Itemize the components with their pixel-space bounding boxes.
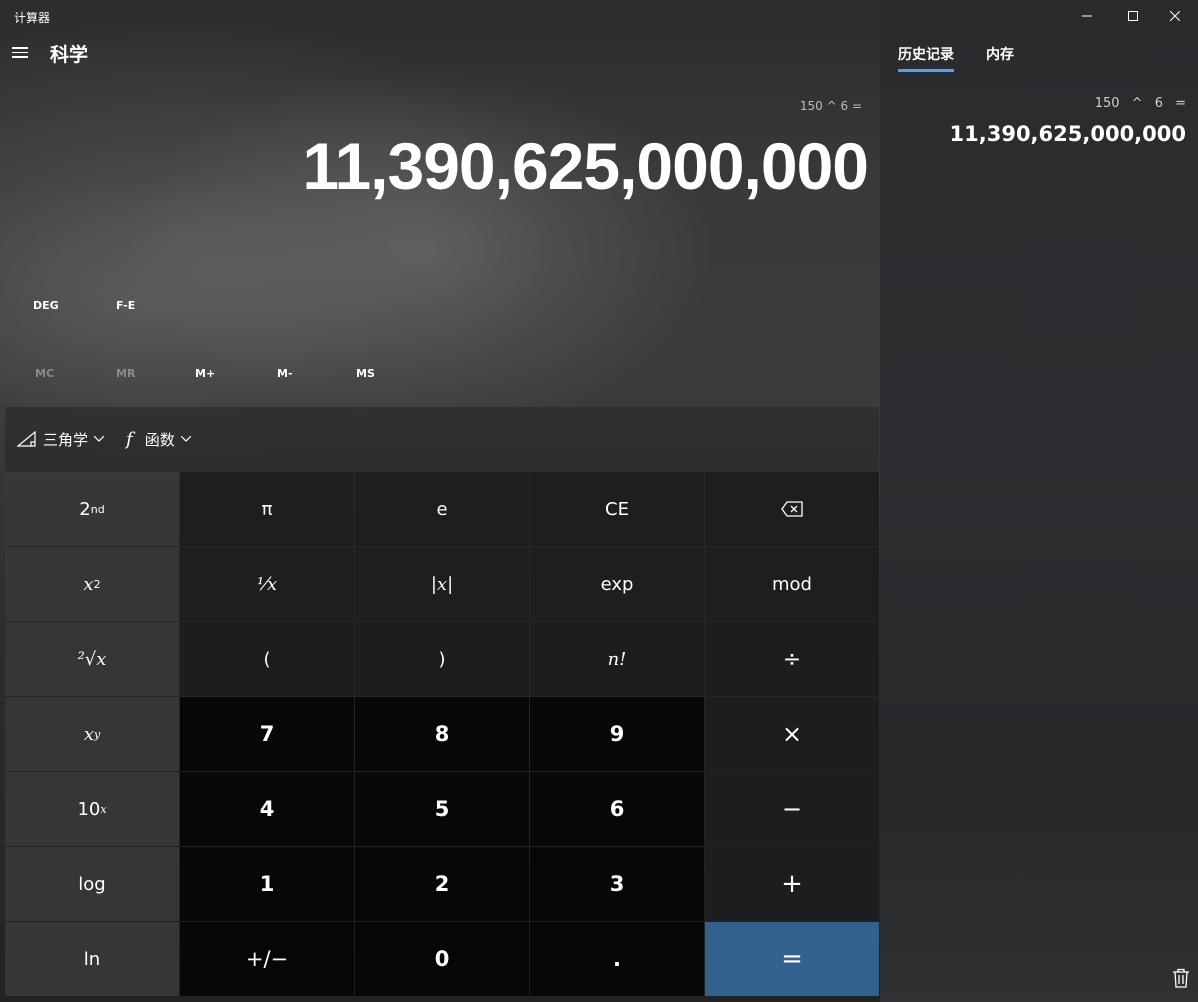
power-button[interactable]: xy	[5, 697, 179, 771]
absolute-value-button[interactable]: |x|	[355, 547, 529, 621]
digit-0-button[interactable]: 0	[355, 922, 529, 996]
function-bar: 三角学 f 函数	[5, 407, 879, 471]
digit-5-button[interactable]: 5	[355, 772, 529, 846]
digit-4-button[interactable]: 4	[180, 772, 354, 846]
expression-display: 150 ^ 6 =	[799, 99, 862, 113]
memory-store-button[interactable]: MS	[356, 367, 375, 380]
equals-button[interactable]: =	[705, 922, 879, 996]
pi-button[interactable]: π	[180, 472, 354, 546]
menu-button[interactable]	[12, 44, 32, 62]
plus-button[interactable]: +	[705, 847, 879, 921]
maximize-button[interactable]	[1110, 0, 1156, 32]
backspace-button[interactable]	[705, 472, 879, 546]
clear-entry-button[interactable]: CE	[530, 472, 704, 546]
digit-9-button[interactable]: 9	[530, 697, 704, 771]
mode-title: 科学	[50, 44, 89, 66]
trigonometry-label: 三角学	[43, 430, 89, 449]
natural-log-button[interactable]: ln	[5, 922, 179, 996]
decimal-button[interactable]: .	[530, 922, 704, 996]
result-display: 11,390,625,000,000	[302, 129, 869, 203]
maximize-icon	[1128, 11, 1138, 21]
close-button[interactable]	[1152, 0, 1198, 32]
memory-clear-button[interactable]: MC	[35, 367, 54, 380]
digit-3-button[interactable]: 3	[530, 847, 704, 921]
side-tabs: 历史记录 内存	[898, 44, 1014, 72]
square-button[interactable]: x2	[5, 547, 179, 621]
history-expression[interactable]: 150 ^ 6 =	[1095, 96, 1186, 111]
mod-button[interactable]: mod	[705, 547, 879, 621]
digit-2-button[interactable]: 2	[355, 847, 529, 921]
digit-6-button[interactable]: 6	[530, 772, 704, 846]
app-title: 计算器	[14, 11, 51, 25]
log-button[interactable]: log	[5, 847, 179, 921]
chevron-down-icon	[94, 436, 105, 442]
right-paren-button[interactable]: )	[355, 622, 529, 696]
tab-memory[interactable]: 内存	[986, 44, 1014, 72]
keypad: 2nd π e CE x2 ⅟x |x| exp mod ²√x ( ) n! …	[5, 472, 879, 997]
digit-1-button[interactable]: 1	[180, 847, 354, 921]
multiply-button[interactable]: ×	[705, 697, 879, 771]
trigonometry-dropdown[interactable]: 三角学	[17, 429, 105, 450]
second-function-button[interactable]: 2nd	[5, 472, 179, 546]
chevron-down-icon	[180, 436, 191, 442]
exp-button[interactable]: exp	[530, 547, 704, 621]
title-bar: 计算器	[0, 0, 1198, 32]
ten-power-button[interactable]: 10 x	[5, 772, 179, 846]
e-button[interactable]: e	[355, 472, 529, 546]
reciprocal-button[interactable]: ⅟x	[180, 547, 354, 621]
negate-button[interactable]: +/−	[180, 922, 354, 996]
history-result[interactable]: 11,390,625,000,000	[950, 122, 1186, 146]
hamburger-icon	[12, 47, 32, 58]
minimize-button[interactable]	[1064, 0, 1110, 32]
memory-recall-button[interactable]: MR	[116, 367, 135, 380]
close-icon	[1170, 11, 1180, 21]
tab-history[interactable]: 历史记录	[898, 44, 954, 72]
factorial-button[interactable]: n!	[530, 622, 704, 696]
left-paren-button[interactable]: (	[180, 622, 354, 696]
angle-unit-button[interactable]: DEG	[33, 299, 59, 312]
fe-button[interactable]: F-E	[116, 299, 135, 312]
minus-button[interactable]: −	[705, 772, 879, 846]
digit-7-button[interactable]: 7	[180, 697, 354, 771]
memory-add-button[interactable]: M+	[195, 367, 215, 380]
backspace-icon	[781, 501, 803, 517]
function-dropdown[interactable]: f 函数	[126, 429, 191, 450]
clear-history-button[interactable]	[1172, 968, 1192, 990]
minimize-icon	[1082, 15, 1092, 17]
triangle-icon	[17, 431, 36, 447]
divide-button[interactable]: ÷	[705, 622, 879, 696]
memory-subtract-button[interactable]: M-	[277, 367, 293, 380]
function-icon: f	[126, 428, 133, 450]
square-root-button[interactable]: ²√x	[5, 622, 179, 696]
function-label: 函数	[144, 430, 175, 449]
trash-icon	[1173, 968, 1189, 988]
digit-8-button[interactable]: 8	[355, 697, 529, 771]
